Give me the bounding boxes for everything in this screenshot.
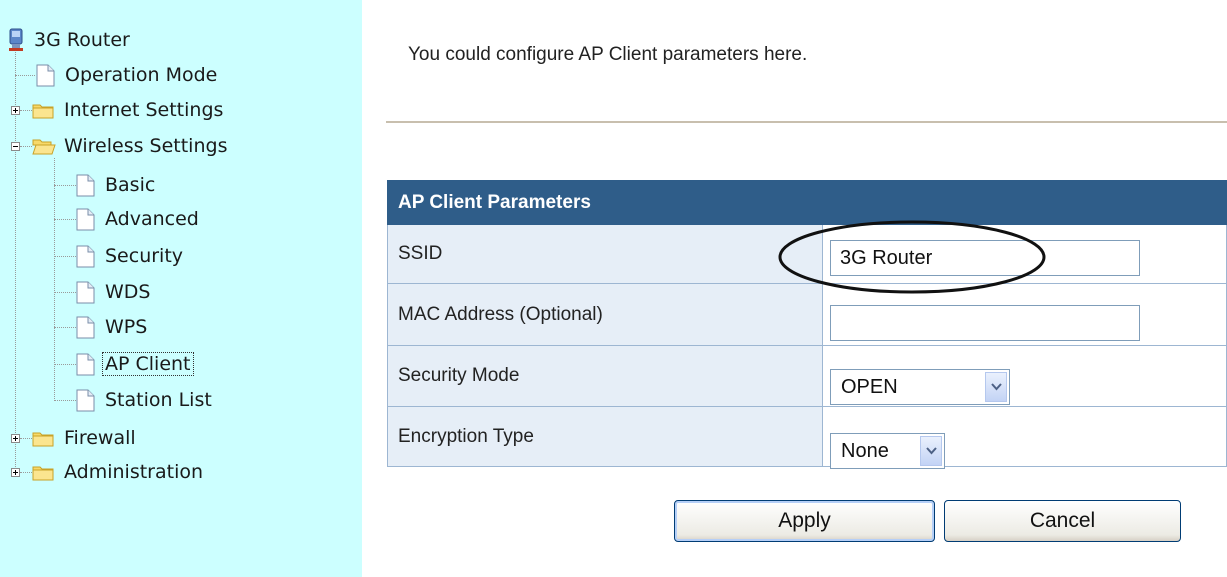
sidebar-item-label: Basic xyxy=(105,174,156,196)
sidebar: 3G Router Operation Mode Internet Settin… xyxy=(0,0,362,577)
page-icon xyxy=(36,64,55,87)
sidebar-item-label: WDS xyxy=(105,281,151,303)
table-row: Security Mode xyxy=(387,345,1227,407)
tree-connector xyxy=(20,472,32,473)
tree-connector xyxy=(20,110,32,111)
folder-icon xyxy=(32,430,54,447)
page-description: You could configure AP Client parameters… xyxy=(408,44,808,65)
tree-connector xyxy=(20,146,32,147)
tree-connector xyxy=(54,185,76,186)
table-row: Encryption Type xyxy=(387,406,1227,467)
expand-administration-toggle[interactable] xyxy=(11,468,20,477)
cancel-button[interactable]: Cancel xyxy=(944,500,1181,542)
encryption-type-label: Encryption Type xyxy=(387,406,823,467)
sidebar-item-wireless-settings[interactable]: Wireless Settings xyxy=(32,133,227,159)
tree-root-label: 3G Router xyxy=(34,29,130,51)
tree-connector xyxy=(20,438,32,439)
sidebar-item-label: Firewall xyxy=(64,427,136,449)
security-mode-selected: OPEN xyxy=(841,376,898,398)
sidebar-item-label: WPS xyxy=(105,316,148,338)
highlight-ellipse xyxy=(778,220,1046,294)
page-icon xyxy=(76,389,95,412)
encryption-type-selected: None xyxy=(841,440,889,462)
page-icon xyxy=(76,281,95,304)
router-icon xyxy=(8,28,24,52)
sidebar-item-administration[interactable]: Administration xyxy=(32,459,203,485)
sidebar-item-label: Internet Settings xyxy=(64,99,224,121)
sidebar-item-operation-mode[interactable]: Operation Mode xyxy=(36,62,217,88)
page-icon xyxy=(76,174,95,197)
tree-connector xyxy=(54,219,76,220)
sidebar-item-advanced[interactable]: Advanced xyxy=(76,206,199,232)
open-folder-icon xyxy=(32,138,56,155)
tree-connector xyxy=(15,75,35,76)
tree-connector xyxy=(54,400,76,401)
encryption-type-select[interactable]: None xyxy=(830,433,945,469)
page-icon xyxy=(76,316,95,339)
tree-root-3g-router[interactable]: 3G Router xyxy=(8,27,130,53)
ssid-label: SSID xyxy=(387,224,823,284)
sidebar-item-label: Wireless Settings xyxy=(64,135,228,157)
collapse-wireless-settings-toggle[interactable] xyxy=(11,142,20,151)
apply-button[interactable]: Apply xyxy=(674,500,935,542)
security-mode-label: Security Mode xyxy=(387,345,823,407)
expand-firewall-toggle[interactable] xyxy=(11,434,20,443)
sidebar-item-basic[interactable]: Basic xyxy=(76,172,155,198)
sidebar-item-label: Advanced xyxy=(105,208,199,230)
dropdown-arrow-icon[interactable] xyxy=(985,372,1007,402)
expand-internet-settings-toggle[interactable] xyxy=(11,106,20,115)
folder-icon xyxy=(32,102,54,119)
sidebar-item-ap-client[interactable]: AP Client xyxy=(76,351,194,377)
sidebar-item-label: Administration xyxy=(64,461,204,483)
navigation-tree: 3G Router Operation Mode Internet Settin… xyxy=(0,0,362,577)
mac-address-input[interactable] xyxy=(830,305,1140,341)
page-icon xyxy=(76,353,95,376)
tree-connector xyxy=(54,256,76,257)
sidebar-item-label: AP Client xyxy=(102,352,194,376)
divider xyxy=(386,121,1227,123)
page-icon xyxy=(76,245,95,268)
folder-icon xyxy=(32,464,54,481)
sidebar-item-security[interactable]: Security xyxy=(76,243,183,269)
sidebar-item-wps[interactable]: WPS xyxy=(76,314,147,340)
tree-connector xyxy=(54,292,76,293)
tree-connector xyxy=(54,364,76,365)
dropdown-arrow-icon[interactable] xyxy=(920,436,942,466)
sidebar-item-label: Security xyxy=(105,245,184,267)
sidebar-item-wds[interactable]: WDS xyxy=(76,279,150,305)
page-icon xyxy=(76,208,95,231)
sidebar-item-internet-settings[interactable]: Internet Settings xyxy=(32,97,223,123)
sidebar-item-label: Operation Mode xyxy=(65,64,218,86)
tree-connector xyxy=(54,327,76,328)
sidebar-item-station-list[interactable]: Station List xyxy=(76,387,212,413)
security-mode-select[interactable]: OPEN xyxy=(830,369,1010,405)
mac-address-label: MAC Address (Optional) xyxy=(387,283,823,346)
sidebar-item-label: Station List xyxy=(105,389,212,411)
sidebar-item-firewall[interactable]: Firewall xyxy=(32,425,136,451)
